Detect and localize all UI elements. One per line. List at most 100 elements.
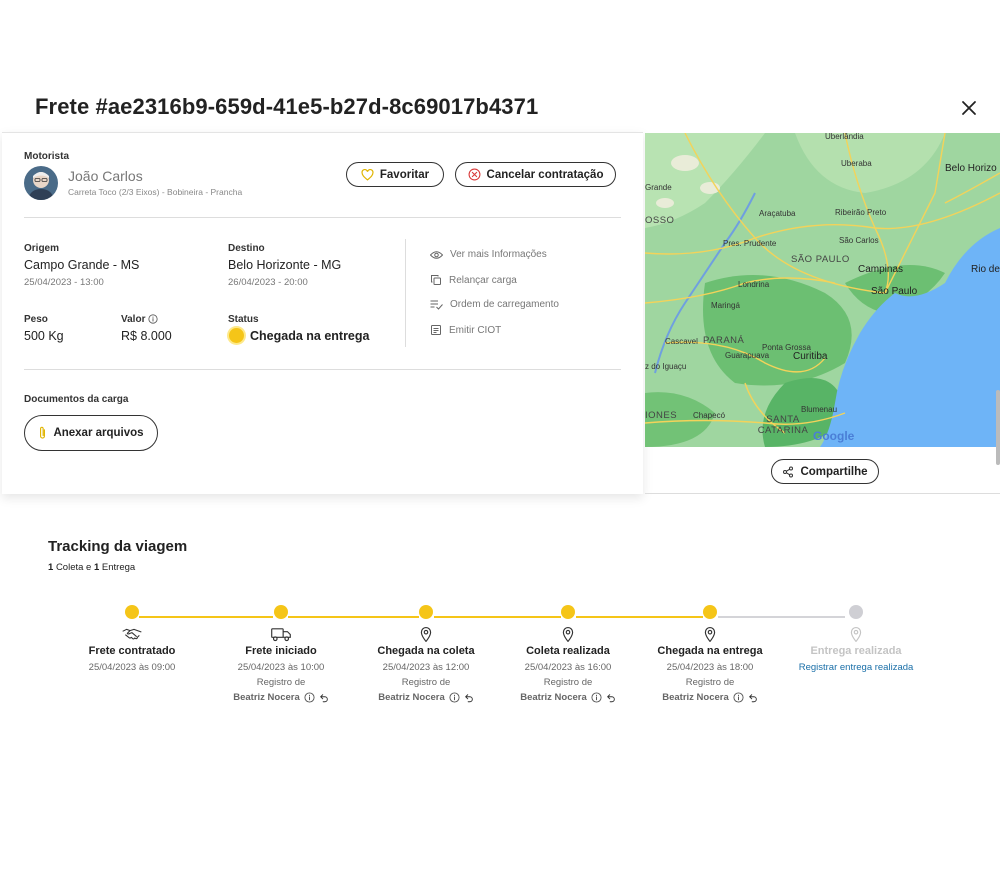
step-date: 25/04/2023 às 16:00	[524, 662, 612, 673]
copy-icon	[431, 275, 441, 285]
freight-details-card: Motorista João Carlos Carreta Toco (2/3 …	[2, 132, 643, 494]
step-date: 25/04/2023 às 18:00	[666, 662, 754, 673]
step-dot	[274, 605, 288, 619]
tracking-title: Tracking da viagem	[48, 538, 188, 555]
step-registered-label: Registro de	[685, 677, 735, 688]
map-label: Ribeirão Preto	[835, 208, 887, 217]
step-dot	[703, 605, 717, 619]
map-label: Maringá	[711, 301, 740, 310]
info-icon[interactable]	[449, 692, 460, 703]
list-check-icon	[430, 300, 443, 310]
share-button[interactable]: Compartilhe	[771, 459, 879, 484]
undo-icon[interactable]	[464, 693, 474, 703]
step-registered-by: Beatriz Nocera	[520, 692, 616, 703]
action-label: Relançar carga	[449, 274, 517, 286]
divider	[24, 369, 621, 370]
register-delivery-link[interactable]: Registrar entrega realizada	[799, 662, 914, 673]
pin-icon	[420, 626, 432, 642]
close-icon[interactable]	[958, 97, 980, 119]
status-indicator	[229, 328, 244, 343]
delivery-count: 1	[93, 562, 100, 573]
price-value: R$ 8.000	[121, 329, 172, 343]
action-loading-order[interactable]: Ordem de carregamento	[430, 299, 559, 310]
step-registered-label: Registro de	[401, 677, 451, 688]
timeline-step-pickup-arrival: Chegada na coleta 25/04/2023 às 12:00 Re…	[356, 605, 496, 703]
pin-icon	[850, 626, 862, 642]
attach-files-button[interactable]: Anexar arquivos	[24, 415, 158, 451]
map-label: Blumenau	[801, 405, 838, 414]
step-label: Frete contratado	[88, 645, 176, 657]
info-icon[interactable]	[733, 692, 744, 703]
step-registered-by: Beatriz Nocera	[662, 692, 758, 703]
step-registered-label: Registro de	[543, 677, 593, 688]
map-label: Uberaba	[841, 159, 872, 168]
share-icon	[783, 466, 794, 477]
undo-icon[interactable]	[319, 693, 329, 703]
route-map[interactable]: Uberlândia Uberaba Belo Horizo Grande OS…	[645, 133, 1000, 447]
info-icon[interactable]	[591, 692, 602, 703]
map-label: Chapecó	[693, 411, 726, 420]
map-label: Uberlândia	[825, 133, 864, 141]
map-label: Rio de	[971, 264, 1000, 275]
map-label: Pres. Prudente	[723, 239, 777, 248]
map-label: Campinas	[858, 264, 904, 275]
timeline-step-delivery-done: Entrega realizada Registrar entrega real…	[786, 605, 926, 673]
undo-icon[interactable]	[606, 693, 616, 703]
divider	[645, 493, 1000, 494]
weight-label: Peso	[24, 314, 48, 325]
map-label: Araçatuba	[759, 209, 796, 218]
action-relaunch-load[interactable]: Relançar carga	[430, 274, 517, 286]
map-label: Curitiba	[793, 351, 828, 362]
destination-label: Destino	[228, 243, 265, 254]
document-icon	[431, 325, 441, 335]
price-label: Valor	[121, 314, 146, 325]
step-date: 25/04/2023 às 12:00	[382, 662, 470, 673]
step-label: Coleta realizada	[526, 645, 610, 657]
map-label: z do Iguaçu	[645, 362, 687, 371]
google-logo: Google	[813, 429, 855, 443]
info-icon[interactable]	[304, 692, 315, 703]
action-issue-ciot[interactable]: Emitir CIOT	[430, 324, 501, 336]
driver-vehicle: Carreta Toco (2/3 Eixos) - Bobineira - P…	[68, 187, 243, 197]
info-icon[interactable]	[148, 314, 158, 324]
status-value: Chegada na entrega	[250, 329, 370, 343]
destination-city: Belo Horizonte - MG	[228, 258, 342, 272]
delivery-text: Entrega	[101, 562, 136, 573]
scrollbar[interactable]	[996, 390, 1000, 465]
step-dot	[849, 605, 863, 619]
map-label: São Carlos	[839, 236, 879, 245]
registered-by-name: Beatriz Nocera	[233, 692, 300, 703]
origin-label: Origem	[24, 243, 60, 254]
step-label: Entrega realizada	[810, 645, 902, 657]
driver-section-label: Motorista	[24, 151, 69, 162]
eye-icon	[430, 250, 443, 259]
registered-by-name: Beatriz Nocera	[520, 692, 587, 703]
share-button-label: Compartilhe	[800, 465, 868, 478]
timeline-step-delivery-arrival: Chegada na entrega 25/04/2023 às 18:00 R…	[640, 605, 780, 703]
timeline-step-freight-contracted: Frete contratado 25/04/2023 às 09:00	[62, 605, 202, 673]
undo-icon[interactable]	[748, 693, 758, 703]
avatar	[24, 166, 58, 200]
action-more-info[interactable]: Ver mais Informações	[430, 249, 547, 260]
destination-datetime: 26/04/2023 - 20:00	[228, 277, 308, 288]
pin-icon	[704, 626, 716, 642]
step-label: Chegada na coleta	[377, 645, 475, 657]
cancel-hiring-label: Cancelar contratação	[486, 168, 604, 181]
map-label: Cascavel	[665, 337, 698, 346]
registered-by-name: Beatriz Nocera	[662, 692, 729, 703]
action-label: Ver mais Informações	[450, 249, 547, 260]
map-label: PARANÁ	[703, 335, 745, 346]
page-title: Frete #ae2316b9-659d-41e5-b27d-8c69017b4…	[35, 94, 539, 119]
map-graphic	[645, 133, 1000, 447]
map-label: Guarapuava	[725, 351, 770, 360]
status-label: Status	[228, 314, 259, 325]
handshake-icon	[122, 628, 142, 640]
step-label: Frete iniciado	[245, 645, 317, 657]
cancel-hiring-button[interactable]: Cancelar contratação	[455, 162, 616, 187]
map-label: SÃO PAULO	[791, 254, 850, 265]
heart-icon	[361, 168, 374, 181]
origin-city: Campo Grande - MS	[24, 258, 140, 272]
pin-icon	[562, 626, 574, 642]
favorite-button[interactable]: Favoritar	[346, 162, 444, 187]
action-label: Ordem de carregamento	[450, 299, 559, 310]
